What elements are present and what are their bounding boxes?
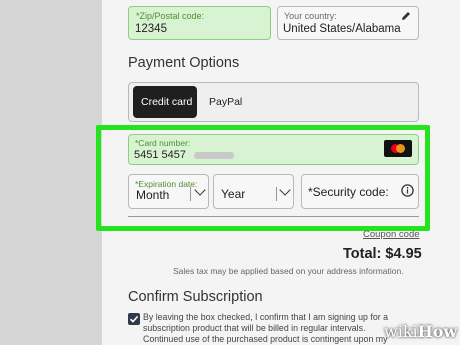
tab-paypal-label: PayPal bbox=[209, 96, 243, 108]
country-value: United States/Alabama bbox=[283, 23, 401, 35]
country-label: Your country: bbox=[284, 11, 337, 21]
tab-credit-card-label: Credit card bbox=[141, 96, 193, 108]
watermark-suffix: How bbox=[417, 322, 458, 341]
checkmark-icon bbox=[129, 315, 139, 323]
pencil-icon[interactable] bbox=[400, 10, 412, 22]
tab-paypal[interactable]: PayPal bbox=[202, 86, 252, 118]
tax-note: Sales tax may be applied based on your a… bbox=[173, 266, 404, 276]
zip-label: *Zip/Postal code: bbox=[136, 11, 205, 21]
order-total: Total: $4.95 bbox=[343, 246, 422, 262]
coupon-code-link[interactable]: Coupon code bbox=[363, 229, 420, 240]
highlight-box bbox=[96, 125, 430, 231]
tab-credit-card[interactable]: Credit card bbox=[133, 86, 197, 118]
confirm-subscription-heading: Confirm Subscription bbox=[128, 289, 263, 305]
watermark-prefix: wiki bbox=[384, 322, 418, 341]
wikihow-watermark: wikiHow bbox=[384, 322, 457, 341]
zip-value: 12345 bbox=[135, 23, 167, 35]
payment-options-heading: Payment Options bbox=[128, 55, 240, 71]
subscription-checkbox[interactable] bbox=[128, 313, 140, 325]
